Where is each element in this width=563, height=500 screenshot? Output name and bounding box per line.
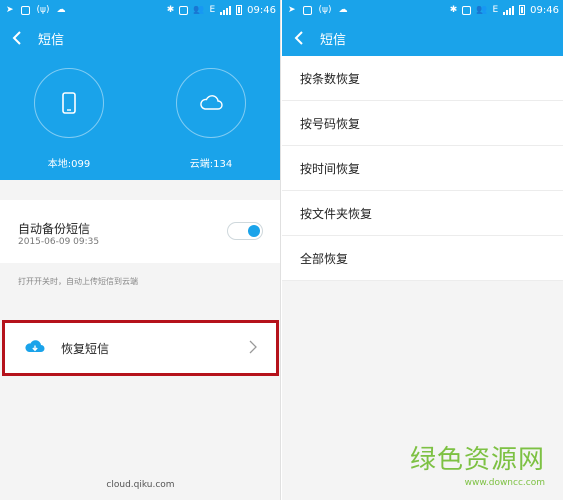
status-bar: ➤ (ψ) ☁ ✱ 👥 E 09:46 — [0, 0, 280, 20]
app-bar: 短信 — [0, 20, 280, 56]
cloud-status-icon: ☁ — [338, 5, 348, 15]
auto-backup-title: 自动备份短信 — [18, 222, 91, 236]
auto-backup-card: 自动备份短信 2015-06-09 09:35 — [0, 200, 280, 263]
status-bar: ➤ (ψ) ☁ ✱ 👥 E 09:46 — [282, 0, 563, 20]
vibrate-icon — [179, 5, 189, 15]
back-arrow-icon — [294, 31, 303, 45]
restore-sms-button[interactable]: 恢复短信 — [2, 320, 279, 376]
arrow-icon: ➤ — [288, 5, 296, 15]
toggle-knob — [248, 225, 260, 237]
data-type-icon: E — [492, 5, 499, 15]
restore-option[interactable]: 按号码恢复 — [282, 101, 563, 146]
right-screen: ➤ (ψ) ☁ ✱ 👥 E 09:46 短信 按条数恢复 按号码恢复 按时间恢复… — [282, 0, 563, 500]
signal-icon — [220, 5, 232, 15]
status-time: 09:46 — [247, 4, 276, 16]
watermark: 绿色资源网 www.downcc.com — [410, 446, 545, 488]
contacts-icon: 👥 — [193, 5, 205, 15]
chevron-right-icon — [249, 340, 257, 354]
phone-icon — [62, 92, 76, 114]
battery-icon — [236, 5, 243, 15]
battery-icon — [519, 5, 526, 15]
restore-option[interactable]: 按条数恢复 — [282, 56, 563, 101]
screenshot-icon — [20, 5, 30, 15]
local-storage-button[interactable] — [34, 68, 104, 138]
left-screen: ➤ (ψ) ☁ ✱ 👥 E 09:46 短信 本地:099 云端:134 自动备… — [0, 0, 281, 500]
vibrate-icon — [462, 5, 472, 15]
cloud-status-icon: ☁ — [56, 5, 66, 15]
restore-option[interactable]: 全部恢复 — [282, 236, 563, 281]
bluetooth-icon: ✱ — [166, 5, 175, 15]
auto-backup-time: 2015-06-09 09:35 — [18, 237, 100, 247]
cloud-download-icon — [25, 340, 45, 352]
local-count-label: 本地:099 — [47, 159, 91, 170]
auto-backup-hint: 打开开关时，自动上传短信到云端 — [18, 277, 138, 286]
status-time: 09:46 — [530, 4, 559, 16]
cloud-storage-button[interactable] — [176, 68, 246, 138]
back-button[interactable] — [282, 20, 316, 56]
storage-summary: 本地:099 云端:134 — [0, 56, 280, 180]
contacts-icon: 👥 — [476, 5, 488, 15]
signal-icon — [503, 5, 515, 15]
page-title: 短信 — [320, 32, 347, 48]
footer-url: cloud.qiku.com — [106, 480, 175, 490]
restore-sms-label: 恢复短信 — [61, 342, 110, 356]
bluetooth-icon: ✱ — [449, 5, 458, 15]
hotspot-icon: (ψ) — [318, 5, 332, 15]
watermark-title: 绿色资源网 — [409, 445, 545, 475]
restore-option[interactable]: 按时间恢复 — [282, 146, 563, 191]
watermark-url: www.downcc.com — [464, 478, 545, 488]
cloud-icon — [200, 95, 223, 110]
back-arrow-icon — [12, 31, 21, 45]
back-button[interactable] — [0, 20, 34, 56]
data-type-icon: E — [209, 5, 216, 15]
screenshot-icon — [302, 5, 312, 15]
restore-options-list: 按条数恢复 按号码恢复 按时间恢复 按文件夹恢复 全部恢复 — [282, 56, 563, 281]
page-title: 短信 — [38, 32, 65, 48]
hotspot-icon: (ψ) — [36, 5, 50, 15]
auto-backup-toggle[interactable] — [227, 222, 263, 240]
cloud-count-label: 云端:134 — [189, 159, 233, 170]
app-bar: 短信 — [282, 20, 563, 56]
arrow-icon: ➤ — [6, 5, 14, 15]
restore-option[interactable]: 按文件夹恢复 — [282, 191, 563, 236]
